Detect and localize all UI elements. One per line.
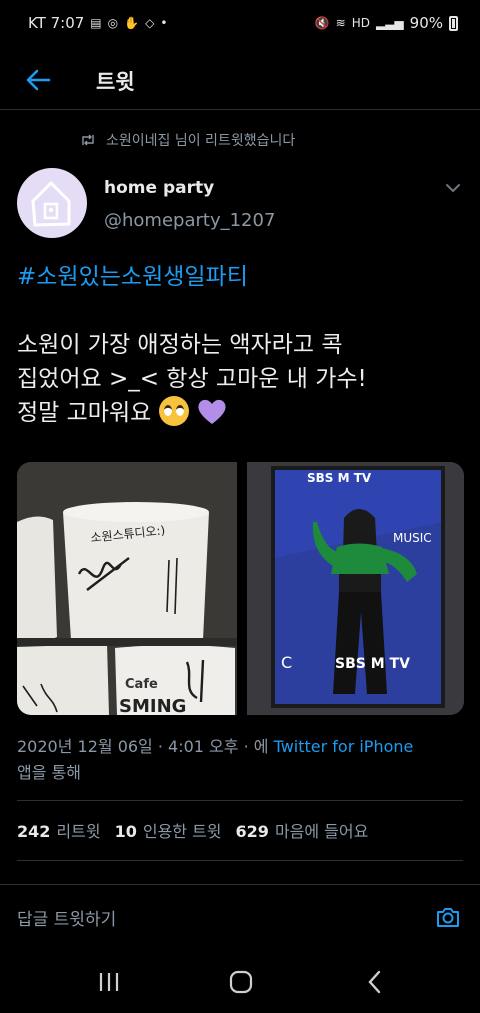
arrow-left-icon [26,69,51,91]
reply-bar: 답글 트윗하기 [0,884,480,950]
tweet-line-1: 소원이 가장 애정하는 액자라고 콕 [17,332,343,358]
quotes-label: 인용한 트윗 [142,822,222,841]
retweets-label: 리트윗 [56,822,101,841]
quotes-stat[interactable]: 10 인용한 트윗 [115,818,222,842]
hand-icon: ✋ [124,16,140,30]
page-title: 트윗 [96,70,135,94]
recent-apps-icon[interactable] [94,968,124,996]
author-handle[interactable]: @homeparty_1207 [104,210,275,231]
avatar[interactable] [17,168,87,238]
divider-top [17,800,463,801]
home-icon[interactable] [226,968,256,996]
tweet-line-3: 정말 고마워요 [17,400,152,426]
poster-illustration: SBS M TV MUSIC SBS M TV C [247,462,464,715]
house-logo-icon [31,181,71,227]
reply-input[interactable]: 답글 트윗하기 [17,905,116,930]
poster-logo-top: SBS M TV [307,471,372,485]
media-grid: 소원스튜디오:) Cafe SMING SBS M TV MUSIC SBS M… [17,462,464,715]
wifi-icon: ≋ [335,16,346,30]
retweet-notice[interactable]: 소원이네집 님이 리트윗했습니다 [80,130,295,150]
battery-percent: 90% [409,14,443,32]
photo-poster[interactable]: SBS M TV MUSIC SBS M TV C [247,462,464,715]
diamond-icon: ◇ [145,16,155,30]
tweet-stats: 242 리트윗 10 인용한 트윗 629 마음에 들어요 [17,818,368,842]
retweet-notice-text: 소원이네집 님이 리트윗했습니다 [106,133,296,149]
status-bar: KT 7:07 ▤ ◎ ✋ ◇ • 🔇 ≋ HD ▂▃▅ 90% [0,0,480,50]
back-nav-icon[interactable] [360,968,390,996]
quotes-count: 10 [114,822,137,841]
purple-heart-icon [198,399,226,424]
signal-icon: ▂▃▅ [375,16,404,30]
tweet-body: #소원있는소원생일파티 소원이 가장 애정하는 액자라고 콕 집었어요 >_< … [17,260,467,430]
poster-side-letter: C [281,653,292,672]
status-left: KT 7:07 ▤ ◎ ✋ ◇ • [28,14,167,32]
cups-illustration: 소원스튜디오:) Cafe SMING [17,462,237,715]
poster-music-text: MUSIC [393,531,432,545]
retweet-icon [82,134,94,146]
retweets-count: 242 [17,822,51,841]
poster-logo-bottom: SBS M TV [335,656,410,672]
battery-icon [449,15,458,31]
app-icon: ◎ [107,16,119,30]
cup-word-text: Cafe [125,677,158,692]
chevron-down-icon[interactable] [442,178,464,198]
hashtag-link[interactable]: #소원있는소원생일파티 [17,260,467,294]
top-bar: 트윗 [0,50,480,110]
dot-icon: • [160,16,168,30]
notification-icon: ▤ [90,16,102,30]
tweet-meta: 2020년 12월 06일 · 4:01 오후 · 에 Twitter for … [17,734,477,786]
mute-icon: 🔇 [314,16,330,30]
camera-icon[interactable] [434,903,462,931]
client-link[interactable]: Twitter for iPhone [274,737,414,756]
divider-bottom [17,860,463,861]
tweet-line-2: 집었어요 >_< 항상 고마운 내 가수! [17,366,367,392]
meta-suffix: 앱을 통해 [17,763,81,782]
retweets-stat[interactable]: 242 리트윗 [17,818,101,842]
photo-cups[interactable]: 소원스튜디오:) Cafe SMING [17,462,237,715]
likes-stat[interactable]: 629 마음에 들어요 [236,818,369,842]
system-nav-bar [0,950,480,1013]
hd-icon: HD [351,16,370,30]
tweet-line-3-row: 정말 고마워요 [17,396,467,430]
status-right: 🔇 ≋ HD ▂▃▅ 90% [315,14,458,32]
likes-count: 629 [235,822,269,841]
eye-roll-emoji-icon [158,396,189,426]
likes-label: 마음에 들어요 [274,822,369,841]
back-button[interactable] [18,62,58,98]
timestamp: 2020년 12월 06일 · 4:01 오후 · 에 [17,737,269,756]
author-name[interactable]: home party [104,178,214,198]
carrier-time: KT 7:07 [28,14,85,32]
cup-brand-text: SMING [119,696,186,715]
